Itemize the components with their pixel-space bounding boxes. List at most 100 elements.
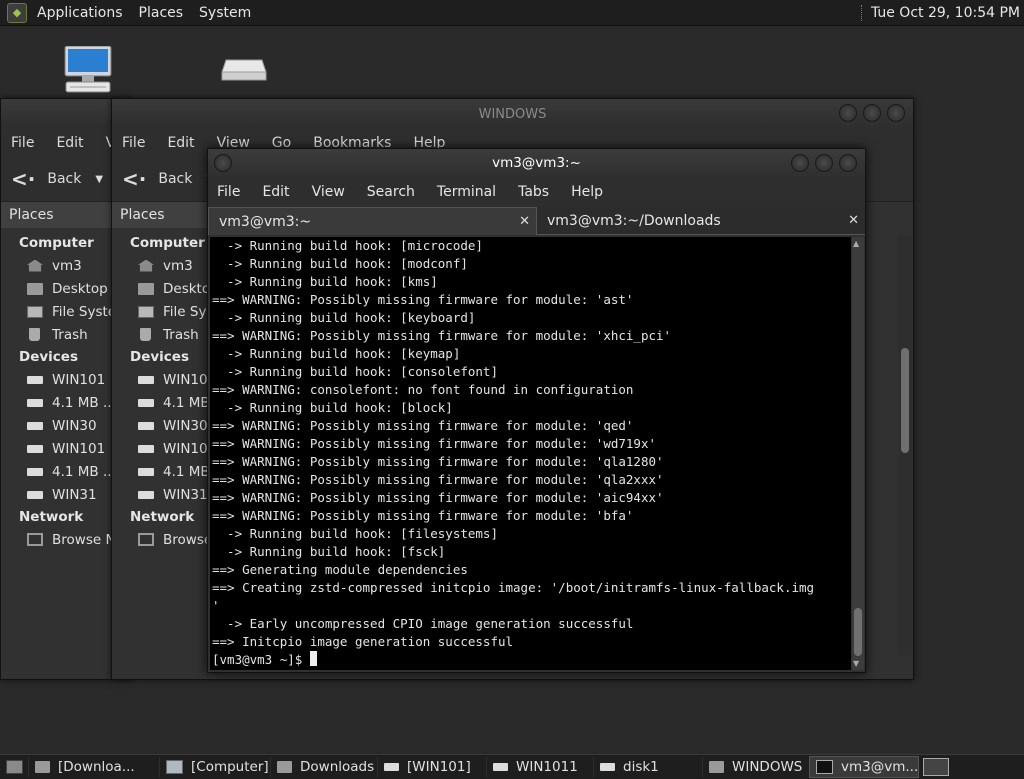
show-desktop-button[interactable]: [0, 757, 28, 777]
folder-icon: [709, 761, 724, 773]
minimize-button[interactable]: [791, 154, 809, 172]
tab-label: vm3@vm3:~: [219, 213, 312, 230]
sidebar-item-device[interactable]: WIN30: [112, 414, 208, 437]
back-label: Back: [158, 171, 193, 187]
places-selector[interactable]: Places: [112, 202, 208, 228]
taskbar-button[interactable]: Downloads: [270, 757, 377, 777]
close-tab-icon[interactable]: ✕: [519, 214, 530, 229]
sidebar-item-label: WIN1011: [163, 371, 208, 388]
scrollbar-thumb[interactable]: [901, 348, 909, 453]
sidebar-item-label: WIN101: [52, 440, 106, 457]
back-button[interactable]: <· Back ▼: [11, 167, 103, 191]
taskbar-button[interactable]: [WIN101]: [377, 757, 486, 777]
scroll-up-icon[interactable]: ▲: [853, 239, 859, 248]
taskbar-button[interactable]: WINDOWS: [702, 757, 809, 777]
applications-menu[interactable]: Applications: [29, 5, 131, 21]
tab-home[interactable]: vm3@vm3:~ ✕: [208, 207, 537, 235]
scrollbar-thumb[interactable]: [854, 608, 862, 656]
sidebar-item-device[interactable]: WIN31: [112, 483, 208, 506]
places-label: Places: [120, 207, 165, 223]
close-tab-icon[interactable]: ✕: [848, 213, 859, 228]
terminal-line: ==> Generating module dependencies: [212, 562, 468, 577]
taskbar-button[interactable]: [Computer]: [159, 757, 270, 777]
menu-edit[interactable]: Edit: [262, 184, 289, 200]
sidebar-item-device[interactable]: 4.1 MB: [112, 460, 208, 483]
chevron-down-icon[interactable]: ▼: [95, 174, 103, 185]
sidebar-item-device[interactable]: WIN1011: [112, 368, 208, 391]
menu-file[interactable]: File: [11, 135, 34, 151]
drive-icon: [138, 421, 154, 430]
sidebar-item-desktop[interactable]: Desktop: [112, 277, 208, 300]
menu-edit[interactable]: Edit: [167, 135, 194, 151]
menu-edit[interactable]: Edit: [56, 135, 83, 151]
terminal-line: -> Running build hook: [microcode]: [227, 238, 483, 253]
menu-file[interactable]: File: [122, 135, 145, 151]
menu-view[interactable]: View: [312, 184, 345, 200]
network-icon: [138, 533, 154, 546]
computer-icon: [166, 760, 183, 774]
taskbar-button[interactable]: [Downloa...: [28, 757, 159, 777]
sidebar-item-label: 4.1 MB: [163, 394, 208, 411]
drive-icon: [27, 398, 43, 407]
window-titlebar[interactable]: vm3@vm3:~: [208, 149, 865, 177]
system-menu[interactable]: System: [191, 5, 259, 21]
top-panel: ◆ Applications Places System Tue Oct 29,…: [0, 0, 1024, 26]
sidebar-item-device[interactable]: WIN101: [112, 437, 208, 460]
taskbar-label: [WIN101]: [407, 759, 471, 775]
terminal-icon: [816, 760, 833, 774]
desktop-drive-icon[interactable]: [220, 58, 268, 84]
drive-icon: [27, 375, 43, 384]
distro-logo-icon[interactable]: ◆: [7, 2, 27, 23]
desktop-computer-icon[interactable]: [62, 45, 114, 94]
shell-prompt: [vm3@vm3 ~]$: [212, 652, 310, 667]
drive-icon: [27, 444, 43, 453]
window-controls: [833, 104, 905, 122]
terminal-output[interactable]: -> Running build hook: [microcode] -> Ru…: [210, 237, 851, 670]
terminal-line: ==> WARNING: Possibly missing firmware f…: [212, 436, 657, 451]
workspace-switcher[interactable]: [923, 758, 949, 776]
taskbar-button[interactable]: disk1: [593, 757, 702, 777]
close-button[interactable]: [887, 104, 905, 122]
sidebar-item-browse-network[interactable]: Browse Network: [112, 528, 208, 551]
taskbar-label: vm3@vm...: [841, 759, 919, 775]
terminal-line: -> Running build hook: [keyboard]: [227, 310, 476, 325]
minimize-button[interactable]: [839, 104, 857, 122]
maximize-button[interactable]: [815, 154, 833, 172]
file-view-scrollbar[interactable]: [898, 235, 912, 655]
terminal-line: -> Running build hook: [keymap]: [227, 346, 461, 361]
menu-help[interactable]: Help: [571, 184, 603, 200]
sidebar-item-home[interactable]: vm3: [112, 254, 208, 277]
sidebar-item-filesystem[interactable]: File System: [112, 300, 208, 323]
terminal-text: -> Running build hook: [microcode] -> Ru…: [210, 237, 851, 669]
menu-terminal[interactable]: Terminal: [437, 184, 496, 200]
terminal-window[interactable]: vm3@vm3:~ File Edit View Search Terminal…: [207, 148, 866, 673]
maximize-button[interactable]: [863, 104, 881, 122]
filesystem-icon: [138, 305, 154, 318]
taskbar-button[interactable]: WIN1011: [486, 757, 593, 777]
home-icon: [138, 259, 154, 272]
drive-icon: [493, 763, 508, 771]
menubar: File Edit View Search Terminal Tabs Help: [208, 177, 865, 207]
sidebar-item-trash[interactable]: Trash: [112, 323, 208, 346]
menu-search[interactable]: Search: [367, 184, 415, 200]
terminal-line: ==> WARNING: Possibly missing firmware f…: [212, 454, 664, 469]
menu-file[interactable]: File: [217, 184, 240, 200]
menu-tabs[interactable]: Tabs: [518, 184, 549, 200]
places-menu[interactable]: Places: [131, 5, 192, 21]
drive-icon: [138, 490, 154, 499]
clock[interactable]: Tue Oct 29, 10:54 PM: [871, 5, 1020, 21]
terminal-line: -> Running build hook: [kms]: [227, 274, 438, 289]
tab-downloads[interactable]: vm3@vm3:~/Downloads ✕: [537, 207, 865, 235]
home-icon: [27, 259, 43, 272]
scroll-down-icon[interactable]: ▼: [853, 659, 859, 668]
drive-icon: [384, 763, 399, 771]
sidebar-item-device[interactable]: 4.1 MB: [112, 391, 208, 414]
window-menu-button[interactable]: [214, 154, 232, 172]
close-button[interactable]: [839, 154, 857, 172]
taskbar-button[interactable]: vm3@vm...: [809, 756, 919, 778]
window-titlebar[interactable]: WINDOWS: [112, 99, 913, 129]
back-button[interactable]: <· Back ▼: [122, 167, 214, 191]
terminal-scrollbar[interactable]: ▲ ▼: [852, 237, 864, 670]
terminal-line: ==> WARNING: Possibly missing firmware f…: [212, 328, 672, 343]
sidebar-item-label: vm3: [52, 257, 82, 274]
